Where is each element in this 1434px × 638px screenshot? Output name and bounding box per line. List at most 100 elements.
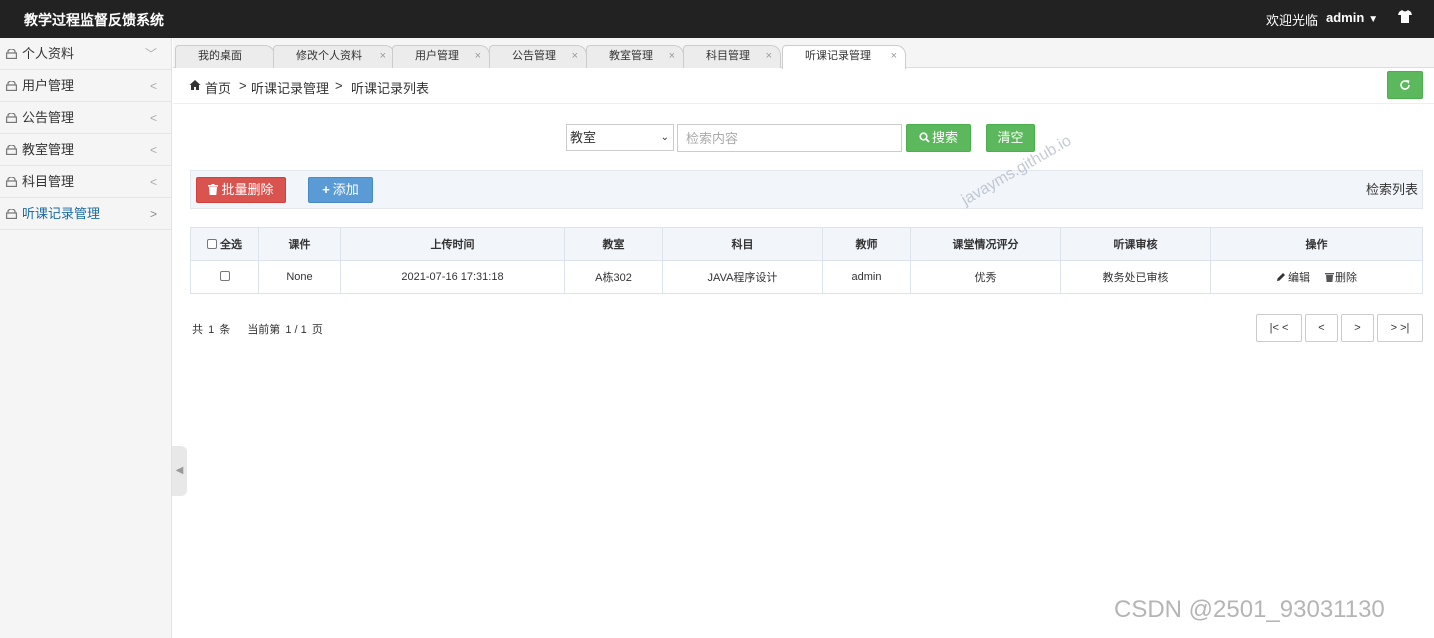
header-actions: 操作 [1210, 227, 1423, 261]
sidebar-collapse-handle[interactable]: ◀ [172, 446, 187, 496]
tab-desktop[interactable]: 我的桌面 [175, 45, 275, 68]
cell-courseware: None [258, 260, 341, 294]
delete-label: 删除 [1335, 272, 1358, 284]
tab-label: 用户管理 [415, 50, 459, 62]
clear-button[interactable]: 清空 [986, 124, 1035, 152]
breadcrumb: 首页 > 听课记录管理 > 听课记录列表 [173, 68, 1434, 104]
cell-upload-time: 2021-07-16 17:31:18 [340, 260, 565, 294]
batch-delete-button[interactable]: 批量删除 [196, 177, 286, 203]
header-rating: 课堂情况评分 [910, 227, 1061, 261]
cell-review: 教务处已审核 [1060, 260, 1211, 294]
sidebar: 个人资料 ﹀ 用户管理 < 公告管理 < 教室管理 < 科目管理 < 听课记录管… [0, 38, 172, 638]
lock-icon [6, 49, 17, 59]
select-all-checkbox[interactable] [206, 239, 217, 249]
lock-icon [6, 177, 17, 187]
sidebar-item-users[interactable]: 用户管理 < [0, 70, 171, 102]
list-toolbar: 批量删除 + 添加 检索列表 [190, 170, 1423, 209]
breadcrumb-lecture-records[interactable]: 听课记录管理 [251, 78, 329, 97]
breadcrumb-separator: > [335, 78, 343, 93]
tab-label: 科目管理 [706, 50, 750, 62]
user-menu[interactable]: admin ▼ [1326, 10, 1378, 25]
search-button[interactable]: 搜索 [906, 124, 971, 152]
welcome-text: 欢迎光临 [1266, 13, 1319, 28]
close-icon[interactable]: × [891, 46, 897, 67]
header-subject: 科目 [662, 227, 823, 261]
sidebar-item-label: 听课记录管理 [22, 206, 101, 221]
plus-icon: + [322, 182, 330, 197]
tab-classrooms[interactable]: 教室管理 × [586, 45, 684, 68]
close-icon[interactable]: × [669, 46, 675, 67]
sidebar-item-notices[interactable]: 公告管理 < [0, 102, 171, 134]
cell-teacher: admin [822, 260, 911, 294]
search-button-label: 搜索 [931, 130, 958, 145]
next-page-button[interactable]: > [1341, 314, 1374, 342]
total-prefix: 共 [192, 324, 203, 336]
tab-bar: 我的桌面 修改个人资料 × 用户管理 × 公告管理 × 教室管理 × 科目管理 … [173, 38, 1434, 69]
lock-icon [6, 81, 17, 91]
batch-delete-label: 批量删除 [221, 182, 274, 197]
app-title: 教学过程监督反馈系统 [24, 12, 164, 28]
pencil-icon [1276, 273, 1285, 281]
edit-label: 编辑 [1287, 272, 1310, 284]
tab-subjects[interactable]: 科目管理 × [683, 45, 781, 68]
tab-label: 修改个人资料 [296, 50, 362, 62]
sidebar-item-lecture-records[interactable]: 听课记录管理 > [0, 198, 171, 230]
tab-label: 公告管理 [512, 50, 556, 62]
lock-icon [6, 113, 17, 123]
pagination-info: 共 1 条 当前第 1 / 1 页 [192, 321, 325, 337]
cell-subject: JAVA程序设计 [662, 260, 823, 294]
tab-label: 教室管理 [609, 50, 653, 62]
sidebar-item-profile[interactable]: 个人资料 ﹀ [0, 38, 171, 70]
header-classroom: 教室 [564, 227, 663, 261]
chevron-down-icon: ▼ [1368, 14, 1379, 25]
add-label: 添加 [332, 182, 359, 197]
home-icon [189, 80, 201, 90]
search-icon [919, 132, 930, 143]
sidebar-item-subjects[interactable]: 科目管理 < [0, 166, 171, 198]
close-icon[interactable]: × [380, 46, 386, 67]
add-button[interactable]: + 添加 [308, 177, 373, 203]
tab-notices[interactable]: 公告管理 × [489, 45, 587, 68]
theme-shirt-icon[interactable] [1398, 10, 1412, 26]
sidebar-item-label: 用户管理 [22, 78, 75, 93]
breadcrumb-current: 听课记录列表 [351, 81, 430, 96]
top-header: 教学过程监督反馈系统 欢迎光临 admin ▼ [0, 0, 1434, 38]
tab-lecture-records[interactable]: 听课记录管理 × [782, 45, 906, 69]
search-field-select[interactable]: 教室 ⌄ [566, 124, 674, 151]
search-field-value: 教室 [570, 130, 597, 145]
close-icon[interactable]: × [475, 46, 481, 67]
current-page: 1 / 1 [285, 324, 307, 336]
chevron-right-icon: > [149, 207, 157, 221]
tab-label: 我的桌面 [198, 50, 242, 62]
tab-users[interactable]: 用户管理 × [392, 45, 490, 68]
lock-icon [6, 145, 17, 155]
edit-link[interactable]: 编辑 [1276, 272, 1310, 284]
header-select-all[interactable]: 全选 [190, 227, 259, 261]
header-courseware: 课件 [258, 227, 341, 261]
refresh-button[interactable] [1387, 71, 1423, 99]
sidebar-item-classrooms[interactable]: 教室管理 < [0, 134, 171, 166]
sidebar-item-label: 科目管理 [22, 174, 75, 189]
first-page-button[interactable]: |< < [1256, 314, 1302, 342]
breadcrumb-separator: > [239, 78, 247, 93]
breadcrumb-home[interactable]: 首页 [205, 78, 231, 97]
csdn-watermark: CSDN @2501_93031130 [1114, 596, 1385, 623]
list-title: 检索列表 [1365, 182, 1418, 197]
tab-edit-profile[interactable]: 修改个人资料 × [273, 45, 395, 68]
prev-page-button[interactable]: < [1305, 314, 1338, 342]
row-checkbox[interactable] [219, 271, 230, 281]
chevron-left-icon: < [149, 111, 157, 125]
search-input[interactable] [677, 124, 902, 152]
sidebar-item-label: 教室管理 [22, 142, 75, 157]
close-icon[interactable]: × [572, 46, 578, 67]
last-page-button[interactable]: > >| [1377, 314, 1423, 342]
total-count: 1 [208, 324, 215, 336]
delete-link[interactable]: 删除 [1325, 272, 1357, 284]
total-suffix: 条 [219, 324, 231, 336]
refresh-icon [1400, 80, 1410, 90]
close-icon[interactable]: × [766, 46, 772, 67]
sidebar-item-label: 公告管理 [22, 110, 75, 125]
row-select-cell [190, 260, 259, 294]
chevron-left-icon: < [149, 79, 157, 93]
trash-icon [1325, 273, 1335, 282]
